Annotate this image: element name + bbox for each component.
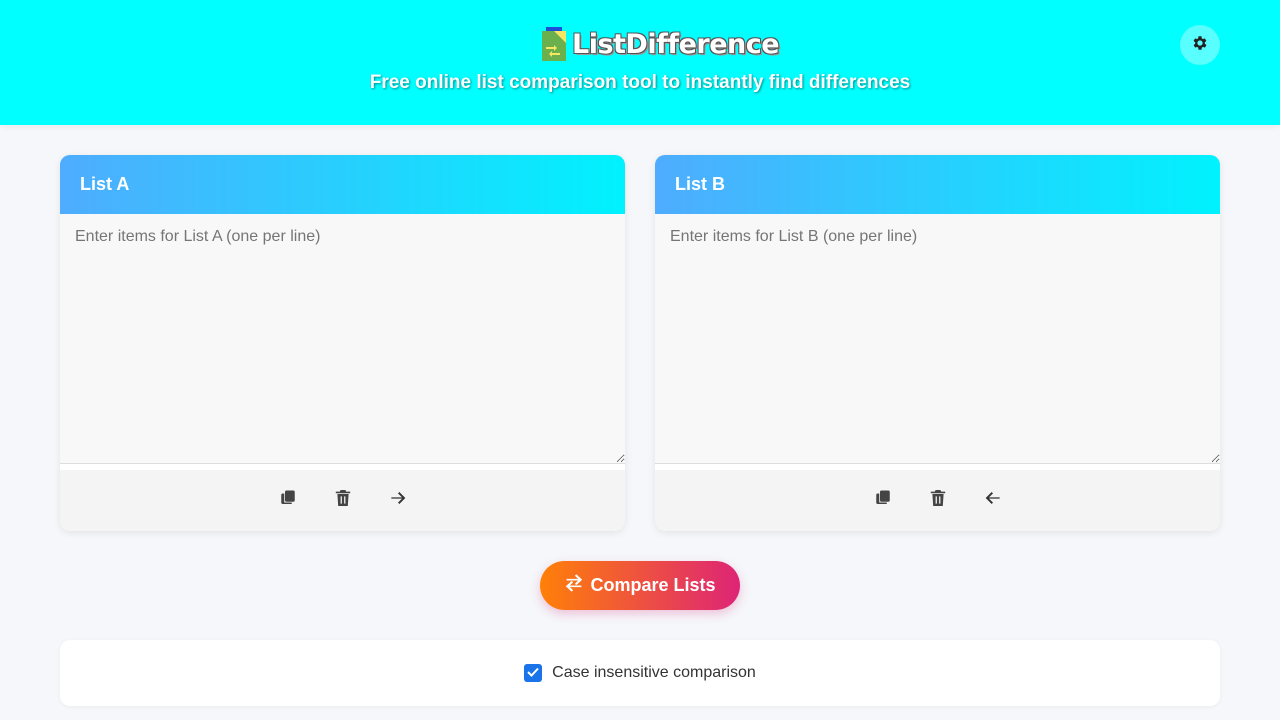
list-b-move-left-button[interactable] — [981, 489, 1005, 513]
list-a-panel: List A — [60, 155, 625, 531]
trash-icon — [335, 489, 351, 512]
compare-lists-button[interactable]: Compare Lists — [540, 561, 740, 610]
trash-icon — [930, 489, 946, 512]
list-b-title: List B — [655, 155, 1220, 214]
copy-icon — [279, 489, 297, 512]
case-insensitive-label[interactable]: Case insensitive comparison — [552, 664, 756, 682]
options-panel: Case insensitive comparison — [60, 640, 1220, 706]
theme-toggle-button[interactable] — [1180, 25, 1220, 65]
list-b-panel: List B — [655, 155, 1220, 531]
list-b-actions — [655, 470, 1220, 531]
gear-icon — [1191, 34, 1209, 57]
logo-icon — [542, 27, 570, 61]
compare-lists-label: Compare Lists — [590, 575, 716, 595]
list-a-clear-button[interactable] — [331, 489, 355, 513]
copy-icon — [874, 489, 892, 512]
list-a-copy-button[interactable] — [276, 489, 300, 513]
list-a-title: List A — [60, 155, 625, 214]
list-b-clear-button[interactable] — [926, 489, 950, 513]
list-a-move-right-button[interactable] — [386, 489, 410, 513]
checkmark-icon — [527, 664, 539, 682]
list-a-actions — [60, 470, 625, 531]
arrow-right-icon — [390, 490, 406, 511]
arrow-left-icon — [985, 490, 1001, 511]
list-b-input[interactable] — [655, 214, 1220, 464]
case-insensitive-checkbox[interactable] — [524, 664, 543, 682]
swap-arrows-icon — [564, 574, 584, 597]
logo[interactable]: ListDifference — [542, 24, 780, 64]
page-header: ListDifference Free online list comparis… — [0, 0, 1280, 125]
logo-text: ListDifference — [572, 28, 780, 60]
list-b-copy-button[interactable] — [871, 489, 895, 513]
list-a-input[interactable] — [60, 214, 625, 464]
tagline: Free online list comparison tool to inst… — [369, 72, 911, 93]
